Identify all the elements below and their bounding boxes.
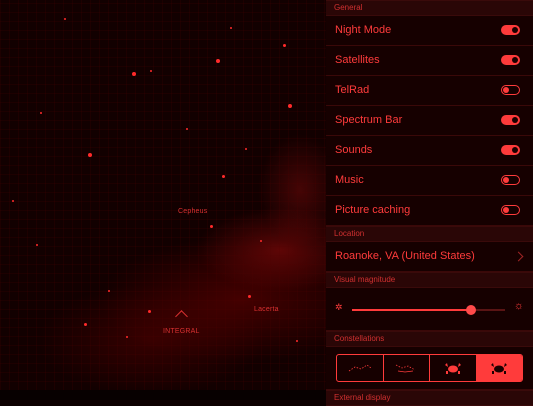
bright-sun-icon: ☼ <box>513 300 524 312</box>
star <box>88 153 92 157</box>
star <box>36 244 38 246</box>
star <box>126 336 128 338</box>
star <box>230 27 232 29</box>
settings-panel: General Night Mode Satellites TelRad Spe… <box>326 0 533 406</box>
visual-magnitude-slider[interactable] <box>352 305 505 315</box>
picture-caching-row[interactable]: Picture caching <box>326 196 533 226</box>
satellites-label: Satellites <box>335 54 380 66</box>
sounds-toggle[interactable] <box>501 145 520 155</box>
night-mode-row[interactable]: Night Mode <box>326 16 533 46</box>
general-section-header: General <box>326 0 533 16</box>
cepheus-label: Cepheus <box>178 208 208 215</box>
star <box>288 104 292 108</box>
constellation-art-filled-icon[interactable] <box>476 355 522 381</box>
star <box>283 44 286 47</box>
constellations-section-header: Constellations <box>326 331 533 347</box>
picture-caching-label: Picture caching <box>335 204 411 216</box>
location-section-header: Location <box>326 226 533 242</box>
slider-thumb[interactable] <box>466 305 477 315</box>
star <box>64 18 66 20</box>
telrad-toggle[interactable] <box>501 85 520 95</box>
satellites-row[interactable]: Satellites <box>326 46 533 76</box>
chevron-right-icon <box>513 251 524 262</box>
music-toggle[interactable] <box>501 175 520 185</box>
star <box>150 70 152 72</box>
telrad-row[interactable]: TelRad <box>326 76 533 106</box>
star <box>40 112 42 114</box>
star <box>222 175 225 178</box>
dim-sun-icon: ✲ <box>335 302 343 312</box>
star <box>260 240 262 242</box>
star <box>245 148 247 150</box>
sky-bottom-bar <box>0 390 326 400</box>
satellites-toggle[interactable] <box>501 55 520 65</box>
constellations-segmented-control[interactable] <box>336 354 523 382</box>
visual-magnitude-section-header: Visual magnitude <box>326 272 533 288</box>
star <box>216 59 220 63</box>
night-mode-toggle[interactable] <box>501 25 520 35</box>
star <box>132 72 136 76</box>
star <box>12 200 14 202</box>
constellation-art-icon[interactable] <box>430 355 477 381</box>
star <box>248 295 251 298</box>
star <box>148 310 151 313</box>
location-value: Roanoke, VA (United States) <box>335 250 475 262</box>
sky-view[interactable]: Cepheus Lacerta INTEGRAL <box>0 0 326 400</box>
integral-satellite-label[interactable]: INTEGRAL <box>163 328 200 335</box>
constellation-lines-boundaries-icon[interactable] <box>384 355 430 381</box>
telrad-label: TelRad <box>335 84 370 96</box>
picture-caching-toggle[interactable] <box>501 205 520 215</box>
sounds-label: Sounds <box>335 144 373 156</box>
slider-fill <box>352 309 472 311</box>
night-mode-label: Night Mode <box>335 24 392 36</box>
external-display-section-header: External display <box>326 390 533 406</box>
star <box>84 323 87 326</box>
constellation-lines-icon[interactable] <box>337 355 384 381</box>
star <box>296 340 298 342</box>
sounds-row[interactable]: Sounds <box>326 136 533 166</box>
star <box>186 128 188 130</box>
music-row[interactable]: Music <box>326 166 533 196</box>
visual-magnitude-slider-row: ✲ ☼ <box>326 288 533 331</box>
music-label: Music <box>335 174 364 186</box>
location-row[interactable]: Roanoke, VA (United States) <box>326 242 533 272</box>
spectrum-bar-row[interactable]: Spectrum Bar <box>326 106 533 136</box>
sky-grid <box>0 0 326 400</box>
lacerta-label: Lacerta <box>254 306 279 313</box>
star <box>108 290 110 292</box>
spectrum-bar-toggle[interactable] <box>501 115 520 125</box>
star <box>210 225 213 228</box>
constellations-row <box>326 347 533 390</box>
spectrum-bar-label: Spectrum Bar <box>335 114 403 126</box>
